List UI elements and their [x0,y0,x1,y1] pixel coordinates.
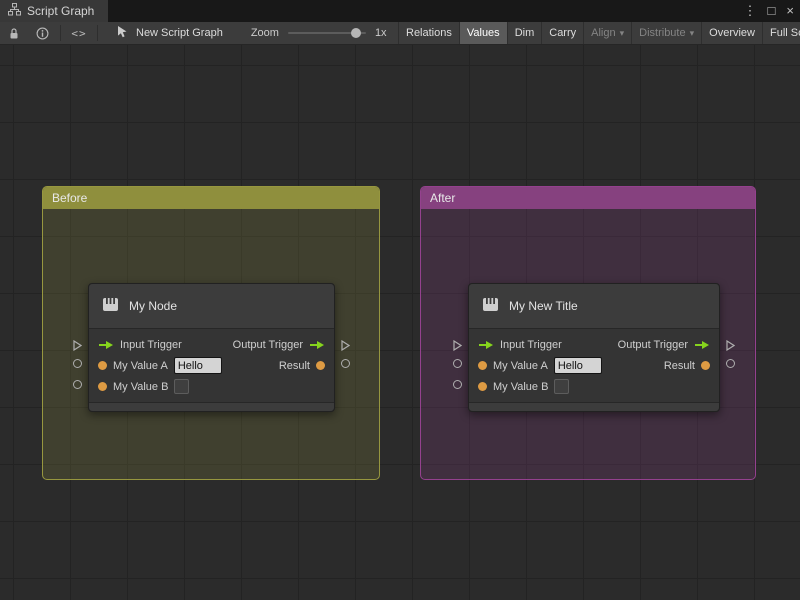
toolbar-button-label: Align [591,27,616,39]
lock-icon[interactable] [0,22,28,44]
value-b-label: My Value B [493,380,549,393]
external-value-port-icon[interactable] [453,359,462,368]
node-footer [469,402,719,411]
chevron-down-icon: ▾ [689,27,695,38]
value-a-input[interactable] [173,357,222,374]
code-icon[interactable]: <> [65,22,93,44]
group-label: Before [52,191,88,205]
result-label: Result [278,359,310,372]
menu-icon[interactable]: ⋮ [744,0,757,22]
value-port-icon[interactable] [98,382,107,391]
window-controls: ⋮ □ × [744,0,794,22]
input-trigger-label: Input Trigger [500,338,562,351]
value-a-input[interactable] [553,357,602,374]
toolbar-button-overview[interactable]: Overview [701,22,762,44]
node-body: Input Trigger Output Trigger My Value A … [469,329,719,402]
toolbar-button-values[interactable]: Values [458,22,507,44]
value-a-row: My Value A Result [89,355,334,376]
value-b-label: My Value B [113,380,169,393]
trigger-row: Input Trigger Output Trigger [469,334,719,355]
toolbar-button-dim[interactable]: Dim [506,22,542,44]
toolbar-button-align[interactable]: Align ▾ [583,22,631,44]
tab-script-graph[interactable]: Script Graph [0,0,109,22]
external-trigger-port-left-icon[interactable] [73,338,83,352]
node-my-new-title[interactable]: My New Title Input Trigger Output Trigge… [453,283,736,412]
input-trigger-label: Input Trigger [120,338,182,351]
value-b-input[interactable] [554,379,570,394]
trigger-out-arrow-icon[interactable] [309,340,325,350]
info-icon[interactable] [28,22,56,44]
tab-bar: Script Graph ⋮ □ × [0,0,800,22]
unit-icon [481,295,500,317]
value-a-label: My Value A [493,359,548,372]
graph-name-label: New Script Graph [136,27,223,39]
value-b-row: My Value B [469,376,719,397]
external-value-port-icon[interactable] [341,359,350,368]
value-port-icon[interactable] [98,361,107,370]
trigger-out-arrow-icon[interactable] [694,340,710,350]
node-footer [89,402,334,411]
trigger-in-arrow-icon[interactable] [478,340,494,350]
close-icon[interactable]: × [786,0,794,22]
graph-pointer-icon [116,25,129,41]
unit-icon [101,295,120,317]
graph-canvas[interactable]: Before After My Node Input Trigger Outpu… [0,45,800,600]
maximize-icon[interactable]: □ [768,0,776,22]
external-trigger-port-right-icon[interactable] [726,338,736,352]
toolbar-buttons: Relations Values Dim Carry Align ▾ Distr… [398,22,800,44]
zoom-value: 1x [374,27,387,39]
node-my-node[interactable]: My Node Input Trigger Output Trigger My … [73,283,351,412]
external-value-port-icon[interactable] [73,359,82,368]
external-value-port-icon[interactable] [73,380,82,389]
group-after-header[interactable]: After [421,187,755,209]
graph-name-area[interactable]: New Script Graph [116,25,223,41]
value-a-label: My Value A [113,359,168,372]
toolbar-button-label: Distribute [639,27,686,39]
toolbar-button-carry[interactable]: Carry [541,22,583,44]
value-port-icon[interactable] [701,361,710,370]
chevron-down-icon: ▾ [619,27,625,38]
value-port-icon[interactable] [478,361,487,370]
output-trigger-label: Output Trigger [617,338,688,351]
external-trigger-port-left-icon[interactable] [453,338,463,352]
external-value-port-icon[interactable] [453,380,462,389]
toolbar-button-distribute[interactable]: Distribute ▾ [631,22,701,44]
value-b-input[interactable] [174,379,190,394]
value-b-row: My Value B [89,376,334,397]
external-value-port-icon[interactable] [726,359,735,368]
value-a-row: My Value A Result [469,355,719,376]
toolbar-left: <> New Script Graph Zoom 1x [0,22,387,44]
toolbar-button-fullscreen[interactable]: Full Scr [761,22,800,44]
node-header[interactable]: My New Title [469,284,719,329]
zoom-control: Zoom 1x [251,27,387,39]
toolbar-separator [60,25,61,41]
trigger-in-arrow-icon[interactable] [98,340,114,350]
result-label: Result [663,359,695,372]
node-body: Input Trigger Output Trigger My Value A … [89,329,334,402]
group-before-header[interactable]: Before [43,187,379,209]
script-graph-icon [8,3,21,19]
value-port-icon[interactable] [316,361,325,370]
group-label: After [430,191,456,205]
zoom-label: Zoom [250,27,279,39]
node-title: My Node [129,299,178,313]
value-port-icon[interactable] [478,382,487,391]
graph-toolbar: <> New Script Graph Zoom 1x Relations Va… [0,22,800,45]
output-trigger-label: Output Trigger [232,338,303,351]
toolbar-separator [97,25,98,41]
tab-label: Script Graph [27,4,95,18]
node-header[interactable]: My Node [89,284,334,329]
trigger-row: Input Trigger Output Trigger [89,334,334,355]
external-trigger-port-right-icon[interactable] [341,338,351,352]
zoom-slider[interactable] [287,28,366,38]
zoom-slider-knob[interactable] [350,28,361,38]
node-title: My New Title [509,299,578,313]
toolbar-button-relations[interactable]: Relations [398,22,459,44]
